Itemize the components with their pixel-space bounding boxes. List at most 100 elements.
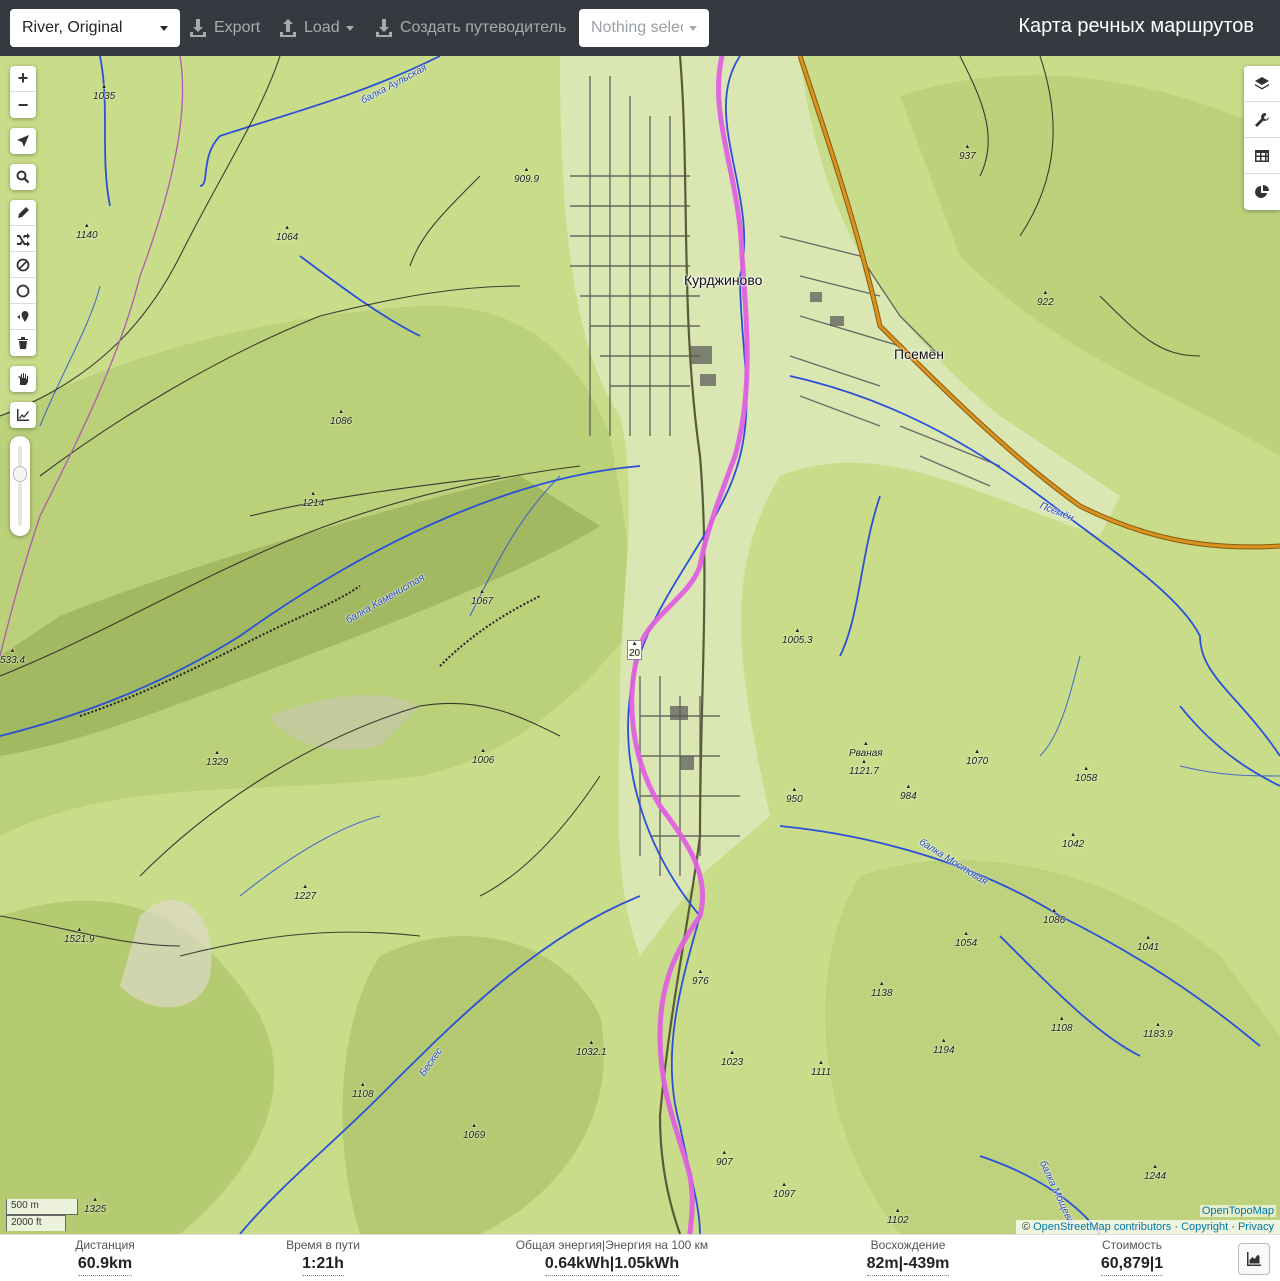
attribution: © OpenStreetMap contributors · Copyright… <box>1015 1220 1280 1234</box>
elevation-chart-button[interactable] <box>10 402 36 428</box>
elevation-label: 1097 <box>773 1182 795 1200</box>
elevation-label: Рваная <box>849 741 883 759</box>
elevation-label: 1521.9 <box>64 927 95 945</box>
routing-profile-select[interactable]: River, Original <box>10 9 180 47</box>
download-icon <box>376 19 392 37</box>
selection-placeholder: Nothing selected <box>591 19 683 36</box>
elevation-label: 1227 <box>294 884 316 902</box>
elevation-label: 1325 <box>84 1197 106 1215</box>
trash-icon <box>18 337 28 349</box>
elevation-label: 533.4 <box>0 648 25 666</box>
stat-distance: Дистанция 60.9km <box>40 1237 170 1276</box>
elevation-label: 1069 <box>463 1123 485 1141</box>
hand-icon <box>18 373 28 385</box>
elevation-label: 1023 <box>721 1050 743 1068</box>
stat-distance-value: 60.9km <box>77 1253 133 1276</box>
elevation-control <box>10 402 36 428</box>
load-label: Load <box>304 19 340 36</box>
stat-duration: Время в пути 1:21h <box>258 1237 388 1276</box>
location-arrow-icon <box>17 135 29 147</box>
zoom-control: + − <box>10 66 36 118</box>
scale-imperial: 2000 ft <box>6 1215 66 1231</box>
ban-icon <box>16 258 30 271</box>
shuffle-icon <box>17 232 30 246</box>
elevation-label: 1140 <box>76 223 98 241</box>
route-stats-bar: Дистанция 60.9km Время в пути 1:21h Обща… <box>0 1234 1280 1281</box>
elevation-label: 1064 <box>276 225 298 243</box>
table-button[interactable] <box>1244 138 1280 174</box>
draw-route-button[interactable] <box>10 200 36 226</box>
line-chart-icon <box>17 409 29 421</box>
layers-icon <box>1255 76 1269 89</box>
stop-button[interactable] <box>10 366 36 392</box>
elevation-label: 1214 <box>302 491 324 509</box>
stat-ascent: Восхождение 82m|-439m <box>838 1237 978 1276</box>
chevron-down-icon <box>160 25 168 31</box>
upload-icon <box>280 19 296 37</box>
elevation-label: 1035 <box>93 84 115 102</box>
create-guide-label: Создать путеводитель <box>400 19 567 36</box>
tile-credit-link[interactable]: OpenTopoMap <box>1199 1205 1276 1217</box>
stat-energy: Общая энергия|Энергия на 100 км 0.64kWh|… <box>492 1237 732 1276</box>
elevation-label: 1032.1 <box>576 1040 607 1058</box>
routing-profile-value: River, Original <box>22 19 123 36</box>
slider-handle[interactable] <box>13 466 27 482</box>
table-icon <box>1255 149 1269 162</box>
top-navbar: River, Original Export Load Создать путе… <box>0 0 1280 56</box>
export-button[interactable]: Export <box>188 14 260 42</box>
elevation-label: 1086 <box>330 409 352 427</box>
circle-button[interactable] <box>10 278 36 304</box>
delete-route-button[interactable] <box>10 330 36 356</box>
opacity-slider[interactable] <box>10 436 30 536</box>
locate-button[interactable] <box>10 128 36 154</box>
elevation-label: 950 <box>786 787 803 805</box>
elevation-label: 937 <box>959 144 976 162</box>
area-chart-icon <box>1247 1252 1261 1266</box>
zoom-in-button[interactable]: + <box>10 66 36 92</box>
stat-cost-label: Стоимость <box>1101 1238 1163 1252</box>
analysis-button[interactable] <box>1244 174 1280 210</box>
elevation-profile-toggle[interactable] <box>1238 1243 1270 1275</box>
reverse-route-button[interactable] <box>10 226 36 252</box>
elevation-label: 1329 <box>206 750 228 768</box>
nogo-area-button[interactable] <box>10 252 36 278</box>
layers-button[interactable] <box>1244 66 1280 102</box>
create-guide-button[interactable]: Создать путеводитель <box>374 14 566 42</box>
zoom-out-button[interactable]: − <box>10 92 36 118</box>
privacy-link[interactable]: Privacy <box>1238 1221 1274 1233</box>
place-label-kurdzhinovo: Курджиново <box>684 272 763 288</box>
elevation-label: 1041 <box>1137 935 1159 953</box>
elevation-label: 1070 <box>966 749 988 767</box>
poi-button[interactable] <box>10 304 36 330</box>
edit-toolbar <box>10 200 36 356</box>
map-view[interactable]: Курджиново Псемён 1035 909.9 1140 1064 9… <box>0 56 1280 1234</box>
elevation-label: 907 <box>716 1150 733 1168</box>
chevron-down-icon <box>689 25 697 31</box>
elevation-label: 1102 <box>887 1208 909 1226</box>
stat-ascent-label: Восхождение <box>870 1238 946 1252</box>
load-button[interactable]: Load <box>278 14 354 42</box>
search-button[interactable] <box>10 164 36 190</box>
elevation-label: 922 <box>1037 290 1054 308</box>
scale-bar: 500 m 2000 ft <box>6 1199 78 1231</box>
map-marker-icon <box>17 310 29 322</box>
settings-button[interactable] <box>1244 102 1280 138</box>
elevation-label: 1138 <box>871 981 893 999</box>
osm-link[interactable]: OpenStreetMap contributors <box>1033 1221 1171 1233</box>
elevation-label: 909.9 <box>514 167 539 185</box>
circle-icon <box>16 284 30 297</box>
slider-track <box>18 446 22 526</box>
elevation-label: 1244 <box>1144 1164 1166 1182</box>
scale-metric: 500 m <box>6 1199 78 1215</box>
export-label: Export <box>214 19 261 36</box>
download-icon <box>190 19 206 37</box>
copyright-link[interactable]: Copyright <box>1181 1221 1228 1233</box>
elevation-label: 1005.3 <box>782 628 813 646</box>
search-icon <box>16 170 30 184</box>
elevation-label: 976 <box>692 969 709 987</box>
attribution-separator: · <box>1171 1221 1182 1233</box>
stat-distance-label: Дистанция <box>75 1238 135 1252</box>
selection-dropdown[interactable]: Nothing selected <box>579 9 709 47</box>
elevation-label: 984 <box>900 784 917 802</box>
search-control <box>10 164 36 190</box>
